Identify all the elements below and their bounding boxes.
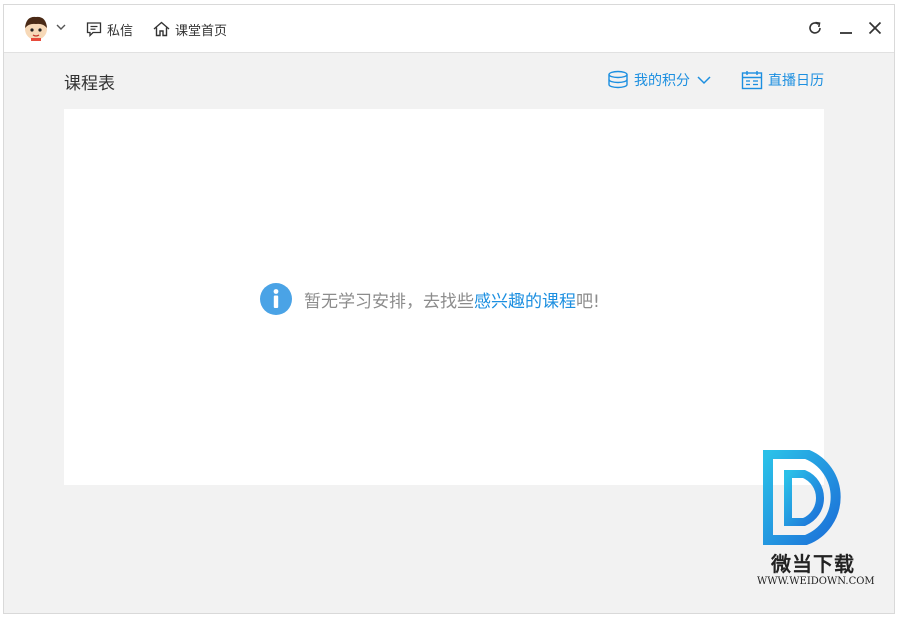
info-icon	[260, 283, 292, 315]
chevron-down-icon	[697, 76, 711, 85]
watermark-url: WWW.WEIDOWN.COM	[757, 576, 875, 587]
classroom-home-label: 课堂首页	[175, 23, 228, 39]
empty-state-text: 暂无学习安排，去找些	[304, 291, 474, 312]
minimize-icon[interactable]	[837, 19, 855, 37]
interesting-courses-link[interactable]: 感兴趣的课程	[474, 287, 576, 312]
coins-icon	[608, 70, 628, 89]
empty-state: 暂无学习安排，去找些 感兴趣的课程 吧!	[260, 283, 600, 315]
message-icon	[86, 22, 102, 37]
live-calendar-button[interactable]: 直播日历	[741, 69, 824, 91]
title-bar: 私信 课堂首页	[4, 5, 894, 53]
close-icon[interactable]	[866, 19, 884, 37]
home-icon	[153, 21, 170, 37]
schedule-panel: 暂无学习安排，去找些 感兴趣的课程 吧!	[64, 109, 824, 485]
messages-label: 私信	[107, 23, 134, 39]
refresh-icon[interactable]	[806, 19, 824, 37]
live-calendar-label: 直播日历	[768, 73, 824, 89]
my-points-dropdown[interactable]: 我的积分	[607, 69, 717, 91]
empty-state-suffix: 吧!	[576, 291, 600, 312]
messages-button[interactable]: 私信	[86, 19, 133, 39]
watermark-name: 微当下载	[771, 552, 855, 576]
calendar-icon	[741, 71, 763, 90]
avatar[interactable]	[23, 15, 49, 41]
chevron-down-icon[interactable]	[55, 21, 67, 33]
my-points-label: 我的积分	[634, 73, 690, 89]
classroom-home-button[interactable]: 课堂首页	[153, 19, 227, 39]
page-title: 课程表	[64, 74, 115, 94]
